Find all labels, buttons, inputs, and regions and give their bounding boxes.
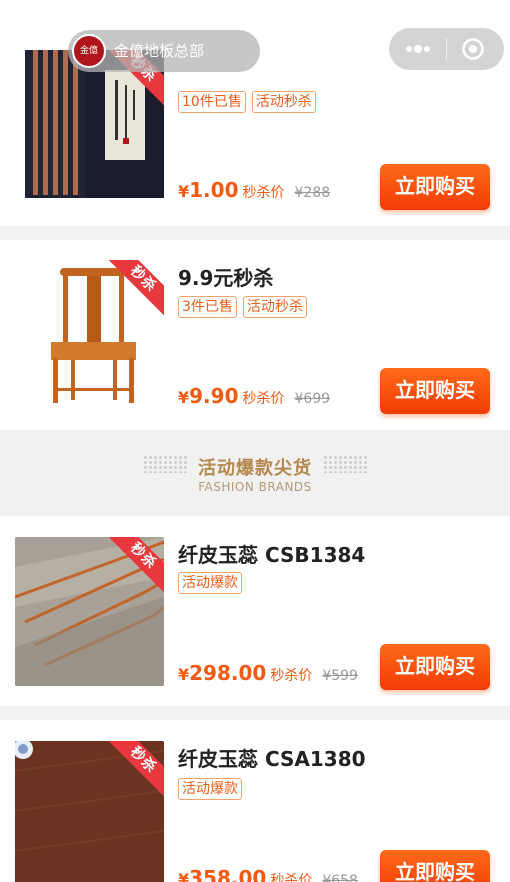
tag: 10件已售	[178, 91, 246, 113]
tag-list: 活动爆款	[178, 778, 242, 800]
currency-symbol: ¥	[178, 388, 190, 407]
buy-now-button[interactable]: 立即购买	[380, 368, 490, 414]
price-label: 秒杀价	[242, 185, 285, 201]
currency-symbol: ¥	[178, 665, 190, 684]
close-circle-icon[interactable]	[461, 37, 485, 61]
shop-capsule[interactable]: 金億 金億地板总部	[68, 30, 260, 72]
capsule-divider	[446, 38, 447, 60]
buy-now-button[interactable]: 立即购买	[380, 850, 490, 882]
product-title: 纤皮玉蕊 CSB1384	[178, 543, 366, 567]
section-subtitle: FASHION BRANDS	[198, 480, 312, 494]
tag: 活动爆款	[178, 778, 242, 800]
sale-price: 298.00	[189, 661, 267, 685]
tag: 活动秒杀	[251, 91, 316, 113]
tag-list: 活动爆款	[178, 572, 242, 594]
currency-symbol: ¥	[178, 870, 190, 882]
product-title: 纤皮玉蕊 CSA1380	[178, 747, 366, 771]
product-card[interactable]: 秒杀 纤皮玉蕊 CSB1384 活动爆款 ¥ 298.00 秒杀价 ¥599 立…	[0, 516, 510, 706]
original-price: ¥699	[294, 391, 331, 407]
buy-now-button[interactable]: 立即购买	[380, 164, 490, 210]
tag: 活动爆款	[178, 572, 242, 594]
buy-now-button[interactable]: 立即购买	[380, 644, 490, 690]
section-banner: 活动爆款尖货 FASHION BRANDS	[0, 430, 510, 516]
sale-price: 1.00	[189, 178, 239, 202]
tag-list: 3件已售 活动秒杀	[178, 296, 307, 318]
product-image[interactable]: 秒杀	[15, 741, 164, 882]
shop-name: 金億地板总部	[114, 42, 205, 60]
product-image[interactable]: 秒杀	[15, 537, 164, 686]
tag-list: 10件已售 活动秒杀	[178, 91, 316, 113]
original-price: ¥288	[294, 185, 331, 201]
product-card[interactable]: 秒杀 9.9元秒杀 3件已售 活动秒杀 ¥ 9.90 秒杀价 ¥699 立即购买	[0, 240, 510, 430]
product-image[interactable]: 秒杀	[15, 260, 164, 409]
price-row: ¥ 9.90 秒杀价 ¥699	[178, 384, 330, 408]
tag: 活动秒杀	[242, 296, 307, 318]
sale-price: 358.00	[189, 866, 267, 882]
price-row: ¥ 358.00 秒杀价 ¥658	[178, 866, 358, 882]
sale-price: 9.90	[189, 384, 239, 408]
more-dots-icon[interactable]	[403, 28, 433, 70]
currency-symbol: ¥	[178, 182, 190, 201]
menu-capsule	[389, 28, 504, 70]
price-row: ¥ 1.00 秒杀价 ¥288	[178, 178, 330, 202]
shop-logo: 金億	[72, 34, 106, 68]
product-title: 9.9元秒杀	[178, 266, 274, 290]
original-price: ¥599	[322, 668, 358, 684]
product-card[interactable]: 秒杀 纤皮玉蕊 CSA1380 活动爆款 ¥ 358.00 秒杀价 ¥658 立…	[0, 720, 510, 882]
price-label: 秒杀价	[270, 668, 313, 684]
section-title: 活动爆款尖货	[198, 458, 312, 479]
price-label: 秒杀价	[270, 873, 313, 882]
tag: 3件已售	[178, 296, 237, 318]
product-image[interactable]: 秒杀	[15, 50, 164, 199]
original-price: ¥658	[322, 873, 358, 882]
price-row: ¥ 298.00 秒杀价 ¥599	[178, 661, 358, 685]
price-label: 秒杀价	[242, 391, 285, 407]
